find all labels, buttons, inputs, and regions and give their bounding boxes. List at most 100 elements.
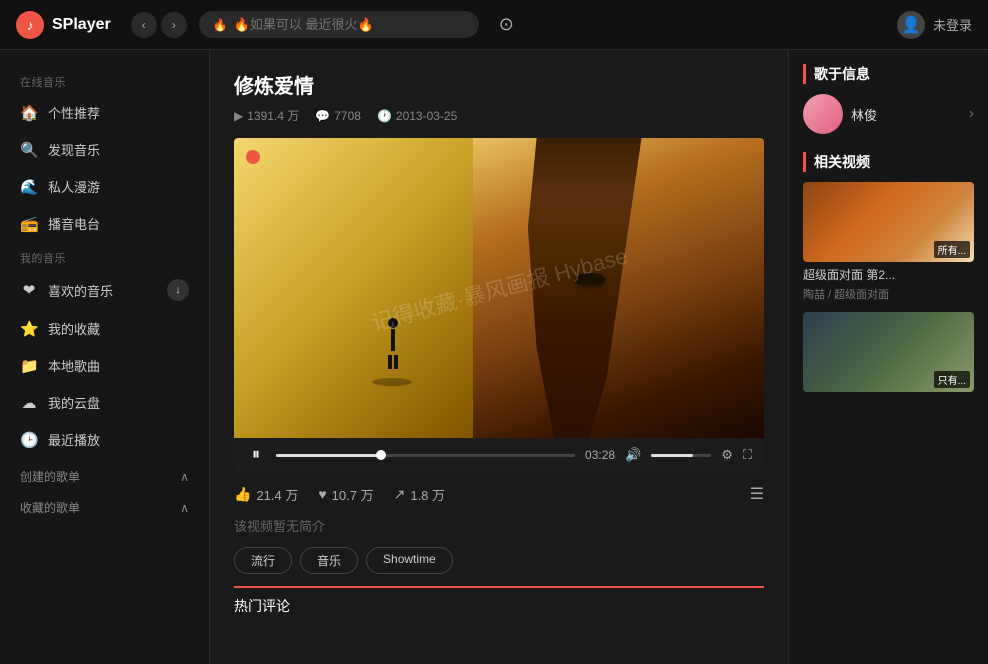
figure-legs (382, 355, 404, 369)
github-icon[interactable]: ⊙ (499, 14, 514, 35)
video-canvas: 记得收藏·暴风画报 Hybase (234, 138, 764, 438)
right-panel: 歌于信息 林俊 › 相关视频 所有... 超级面对面 第2... 陶喆 / 超级… (788, 50, 988, 664)
figure-body (391, 329, 395, 351)
video-controls-bar: ⏸ 03:28 🔊 ⚙ ⛶ (234, 438, 764, 472)
progress-dot (376, 450, 386, 460)
artist-name: 林俊 (851, 105, 877, 124)
share-icon: ↗ (394, 486, 406, 503)
artist-card[interactable]: 林俊 › (803, 94, 974, 134)
user-area[interactable]: 👤 未登录 (897, 11, 972, 39)
sidebar-item-cloud[interactable]: ☁ 我的云盘 (0, 384, 209, 421)
more-icon: › (969, 105, 974, 123)
artist-avatar (803, 94, 843, 134)
favorite-button[interactable]: ♥ 10.7 万 (318, 485, 373, 504)
sidebar-item-wander[interactable]: 🌊 私人漫游 (0, 168, 209, 205)
sidebar-item-collection[interactable]: ⭐ 我的收藏 (0, 310, 209, 347)
search-icon: 🔥 (213, 18, 228, 32)
related-video-2[interactable]: 只有... (803, 312, 974, 392)
back-button[interactable]: ‹ (131, 12, 157, 38)
video-time: 03:28 (585, 448, 615, 462)
sidebar-item-discover[interactable]: 🔍 发现音乐 (0, 131, 209, 168)
interaction-row: 👍 21.4 万 ♥ 10.7 万 ↗ 1.8 万 ☰ (234, 472, 764, 512)
comment-count: 💬 7708 (315, 109, 361, 123)
video-player[interactable]: 记得收藏·暴风画报 Hybase ⏸ 03:28 🔊 ⚙ ⛶ (234, 138, 764, 472)
comment-icon: 💬 (315, 109, 330, 123)
cloud-icon: ☁ (20, 394, 38, 412)
sidebar-item-liked[interactable]: ❤ 喜欢的音乐 ↓ (0, 270, 209, 310)
tag-showtime[interactable]: Showtime (366, 547, 453, 574)
eye-detail (575, 273, 605, 285)
search-bar[interactable]: 🔥 (199, 11, 479, 38)
hot-comments-label: 热门评论 (234, 596, 290, 616)
song-title: 修炼爱情 (234, 70, 764, 99)
related-thumb-2: 只有... (803, 312, 974, 392)
heart-icon: ♥ (318, 486, 326, 502)
wander-icon: 🌊 (20, 178, 38, 196)
sidebar-item-label: 个性推荐 (48, 103, 100, 122)
sidebar-item-radio[interactable]: 📻 播音电台 (0, 205, 209, 242)
recording-dot (246, 150, 260, 164)
chevron-up-icon: ∧ (180, 501, 189, 515)
sidebar-item-recommend[interactable]: 🏠 个性推荐 (0, 94, 209, 131)
like-count: 21.4 万 (256, 485, 298, 504)
volume-icon[interactable]: 🔊 (625, 447, 641, 463)
related-videos-section: 相关视频 所有... 超级面对面 第2... 陶喆 / 超级面对面 只有... (789, 142, 988, 412)
search-input[interactable] (234, 17, 465, 32)
play-pause-button[interactable]: ⏸ (246, 446, 266, 464)
home-icon: 🏠 (20, 104, 38, 122)
thumbs-up-icon: 👍 (234, 486, 251, 503)
sidebar-item-label: 最近播放 (48, 430, 100, 449)
song-meta: ▶ 1391.4 万 💬 7708 🕐 2013-03-25 (234, 107, 764, 124)
app-header: ♪ SPlayer ‹ › 🔥 ⊙ 👤 未登录 (0, 0, 988, 50)
right-leg (394, 355, 398, 369)
main-layout: 在线音乐 🏠 个性推荐 🔍 发现音乐 🌊 私人漫游 📻 播音电台 我的音乐 ❤ … (0, 50, 988, 664)
figure (382, 318, 404, 378)
download-badge: ↓ (167, 279, 189, 301)
fullscreen-button[interactable]: ⛶ (743, 447, 752, 463)
play-count-icon: ▶ (234, 109, 243, 123)
heart-icon: ❤ (20, 281, 38, 299)
figure-head (388, 318, 398, 328)
collected-playlist-toggle[interactable]: 收藏的歌单 ∧ (0, 489, 209, 520)
logo-icon: ♪ (16, 11, 44, 39)
like-button[interactable]: 👍 21.4 万 (234, 485, 298, 504)
radio-icon: 📻 (20, 215, 38, 233)
related-thumb-label-2: 只有... (934, 371, 970, 388)
settings-icon[interactable]: ⚙ (721, 447, 733, 463)
clock-icon: 🕒 (20, 431, 38, 449)
volume-bar[interactable] (651, 454, 711, 457)
hair-detail (473, 138, 765, 438)
tag-music[interactable]: 音乐 (300, 547, 358, 574)
content-area: 修炼爱情 ▶ 1391.4 万 💬 7708 🕐 2013-03-25 (210, 50, 788, 664)
figure-shadow (372, 378, 412, 386)
forward-button[interactable]: › (161, 12, 187, 38)
sidebar-item-label: 我的收藏 (48, 319, 100, 338)
share-button[interactable]: ↗ 1.8 万 (394, 485, 445, 504)
artist-section: 歌于信息 林俊 › (789, 50, 988, 142)
folder-icon: 📁 (20, 357, 38, 375)
progress-fill (276, 454, 381, 457)
related-thumb-1: 所有... (803, 182, 974, 262)
nav-arrows: ‹ › (131, 12, 187, 38)
created-playlist-toggle[interactable]: 创建的歌单 ∧ (0, 458, 209, 489)
video-progress-bar[interactable] (276, 454, 575, 457)
left-leg (388, 355, 392, 369)
hot-comments-section: 热门评论 (234, 586, 764, 624)
tags-container: 流行 音乐 Showtime (234, 547, 764, 574)
sidebar-item-recent[interactable]: 🕒 最近播放 (0, 421, 209, 458)
sidebar-item-label: 私人漫游 (48, 177, 100, 196)
volume-fill (651, 454, 693, 457)
tag-popular[interactable]: 流行 (234, 547, 292, 574)
playlist-icon[interactable]: ☰ (750, 484, 764, 504)
sidebar-item-label: 喜欢的音乐 (48, 281, 113, 300)
favorite-count: 10.7 万 (332, 485, 374, 504)
publish-date: 🕐 2013-03-25 (377, 109, 457, 123)
date-icon: 🕐 (377, 109, 392, 123)
play-count: ▶ 1391.4 万 (234, 107, 299, 124)
chevron-up-icon: ∧ (180, 470, 189, 484)
sidebar-item-local[interactable]: 📁 本地歌曲 (0, 347, 209, 384)
related-video-1[interactable]: 所有... 超级面对面 第2... 陶喆 / 超级面对面 (803, 182, 974, 302)
sidebar-item-label: 我的云盘 (48, 393, 100, 412)
created-playlist-label: 创建的歌单 (20, 468, 80, 485)
artist-section-title: 歌于信息 (803, 64, 974, 84)
